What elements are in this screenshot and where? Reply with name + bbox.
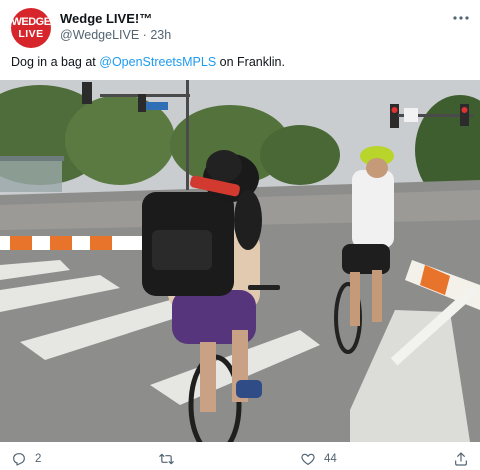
mention-link[interactable]: @OpenStreetsMPLS xyxy=(99,55,216,69)
more-icon xyxy=(453,16,469,20)
reply-icon xyxy=(13,453,25,466)
reply-count: 2 xyxy=(35,453,42,465)
share-icon xyxy=(455,452,467,466)
tweet-text-part: on Franklin. xyxy=(216,55,285,69)
separator: · xyxy=(142,28,147,42)
share-button[interactable] xyxy=(453,448,469,470)
tweet-photo[interactable] xyxy=(0,80,480,442)
more-options-button[interactable] xyxy=(450,8,472,28)
avatar-logo-text: LIVE xyxy=(18,28,44,40)
avatar-logo-text: WEDGE xyxy=(11,16,51,28)
photo-image xyxy=(0,80,480,442)
like-icon xyxy=(301,453,315,465)
like-count: 44 xyxy=(324,453,337,465)
retweet-button[interactable] xyxy=(158,448,183,470)
action-bar: 2 44 xyxy=(0,448,480,470)
timestamp[interactable]: 23h xyxy=(150,28,171,42)
tweet-text-part: Dog in a bag at xyxy=(11,55,100,69)
tweet-text: Dog in a bag at @OpenStreetsMPLS on Fran… xyxy=(11,55,285,69)
display-name[interactable]: Wedge LIVE!™ xyxy=(60,11,152,26)
retweet-icon xyxy=(159,453,174,465)
reply-button[interactable]: 2 xyxy=(11,448,41,470)
handle-line: @WedgeLIVE · 23h xyxy=(60,28,171,42)
handle[interactable]: @WedgeLIVE xyxy=(60,28,139,42)
like-button[interactable]: 44 xyxy=(300,448,337,470)
avatar[interactable]: WEDGE LIVE xyxy=(11,8,51,48)
